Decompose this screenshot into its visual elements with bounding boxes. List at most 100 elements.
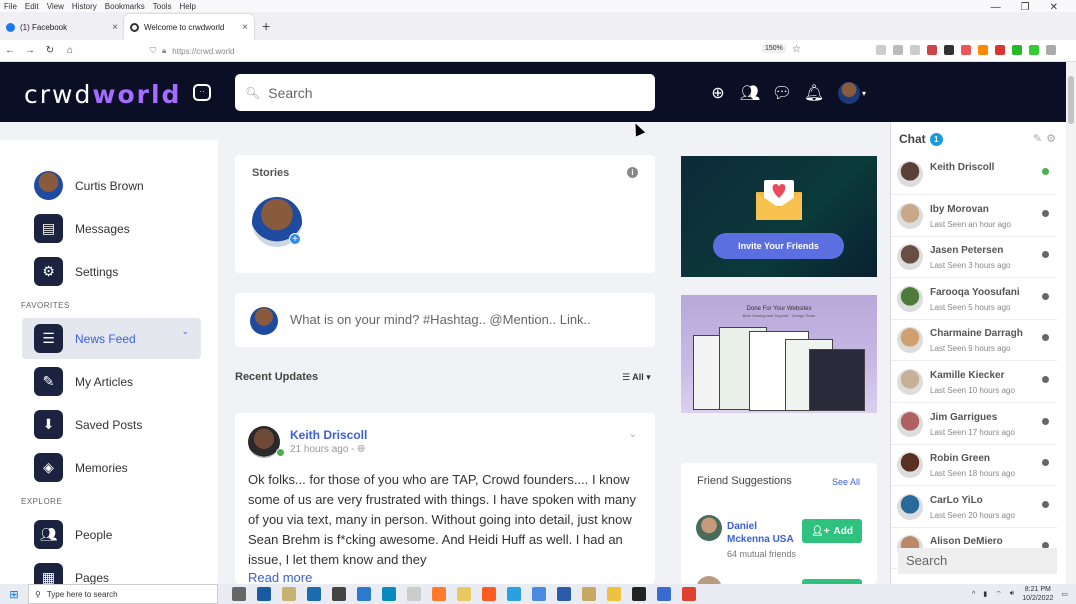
extension-icon[interactable] — [1029, 45, 1039, 55]
post-composer[interactable]: What is on your mind? #Hashtag.. @Mentio… — [235, 293, 655, 347]
sidebar-item-people[interactable]: 👥︎ People — [34, 520, 112, 549]
library-icon[interactable] — [893, 45, 903, 55]
sidebar-item-memories[interactable]: ◈ Memories — [34, 453, 128, 482]
app-icon[interactable] — [282, 587, 296, 601]
app-icon[interactable] — [357, 587, 371, 601]
reload-icon[interactable]: ↻ — [40, 45, 60, 56]
sidebar-item-my-articles[interactable]: ✎ My Articles — [34, 367, 133, 396]
windows-start-icon[interactable]: ⊞ — [0, 588, 28, 601]
zoom-level[interactable]: 150% — [762, 44, 786, 53]
add-story-icon[interactable]: + — [289, 233, 301, 245]
add-circle-icon[interactable]: ⊕ — [708, 83, 728, 103]
file-explorer-icon[interactable] — [607, 587, 621, 601]
sidebar-item-settings[interactable]: ⚙ Settings — [34, 257, 118, 286]
messages-icon[interactable]: 💬︎ — [772, 83, 792, 103]
compose-icon[interactable]: ✎ — [1033, 132, 1042, 145]
menu-edit[interactable]: Edit — [25, 2, 39, 11]
pocket-icon[interactable] — [876, 45, 886, 55]
page-scrollbar[interactable] — [1066, 62, 1076, 584]
site-logo[interactable]: crwdworld — [24, 80, 181, 109]
user-avatar[interactable] — [838, 82, 860, 104]
sidebar-item-saved-posts[interactable]: ⬇ Saved Posts — [34, 410, 142, 439]
mail-icon[interactable] — [307, 587, 321, 601]
chat-user-item[interactable]: Jim Garrigues Last Seen 17 hours ago — [891, 404, 1057, 445]
new-tab-button[interactable]: + — [254, 18, 278, 40]
tab-facebook[interactable]: (1) Facebook × — [0, 14, 124, 40]
extension-icon[interactable] — [944, 45, 954, 55]
app-icon[interactable] — [582, 587, 596, 601]
chrome-icon[interactable] — [682, 587, 696, 601]
task-view-icon[interactable] — [232, 587, 246, 601]
battery-icon[interactable]: ▮ — [983, 590, 987, 598]
add-friend-button[interactable]: 👤︎+ Add — [802, 519, 862, 543]
scrollbar-thumb[interactable] — [1068, 76, 1074, 124]
menu-view[interactable]: View — [47, 2, 64, 11]
chat-user-item[interactable]: CarLo YiLo Last Seen 20 hours ago — [891, 487, 1057, 528]
extension-icon[interactable] — [961, 45, 971, 55]
sidebar-item-profile[interactable]: Curtis Brown — [34, 171, 144, 200]
extension-icon[interactable] — [927, 45, 937, 55]
app-icon[interactable] — [657, 587, 671, 601]
chat-search-input[interactable]: Search — [898, 548, 1057, 574]
sidebar-icon[interactable] — [910, 45, 920, 55]
telegram-icon[interactable] — [507, 587, 521, 601]
menu-help[interactable]: Help — [179, 2, 195, 11]
notifications-bell-icon[interactable]: 🔔︎ — [804, 83, 824, 103]
menu-tools[interactable]: Tools — [153, 2, 172, 11]
app-icon[interactable] — [532, 587, 546, 601]
post-options-chevron-icon[interactable]: ⌄ — [629, 429, 637, 440]
app-icon[interactable] — [632, 587, 646, 601]
post-author[interactable]: Keith Driscoll — [290, 428, 367, 442]
feed-filter-dropdown[interactable]: ☰ All ▾ — [622, 372, 651, 383]
firefox-icon[interactable] — [432, 587, 446, 601]
back-icon[interactable]: ← — [0, 45, 20, 56]
app-icon[interactable] — [482, 587, 496, 601]
close-icon[interactable]: × — [242, 22, 248, 33]
taskbar-search-input[interactable]: ⚲ Type here to search — [28, 584, 218, 604]
promo-banner[interactable]: Done For Your Websites Best Hosting and … — [681, 295, 877, 413]
chat-user-item[interactable]: Jasen Petersen Last Seen 3 hours ago — [891, 237, 1057, 279]
chat-user-item[interactable]: Farooqa Yoosufani Last Seen 5 hours ago — [891, 279, 1057, 320]
bookmark-star-icon[interactable]: ☆ — [792, 44, 801, 55]
chevron-down-icon[interactable]: ⌄ — [181, 326, 189, 337]
invite-friends-button[interactable]: Invite Your Friends — [713, 233, 844, 259]
sidebar-item-news-feed[interactable]: ☰ News Feed ⌄ — [22, 318, 201, 359]
clock[interactable]: 8:21 PM 10/2/2022 — [1022, 585, 1053, 603]
chat-user-item[interactable]: Charmaine Darragh Last Seen 9 hours ago — [891, 320, 1057, 362]
app-icon[interactable] — [332, 587, 346, 601]
chat-user-item[interactable]: Robin Green Last Seen 18 hours ago — [891, 445, 1057, 487]
chat-user-item[interactable]: Keith Driscoll — [891, 154, 1057, 195]
edge-icon[interactable] — [382, 587, 396, 601]
chat-user-item[interactable]: Kamille Kiecker Last Seen 10 hours ago — [891, 362, 1057, 403]
forward-icon[interactable]: → — [20, 45, 40, 56]
word-icon[interactable] — [557, 587, 571, 601]
friends-icon[interactable]: 👥︎ — [740, 83, 760, 103]
extension-icon[interactable] — [1012, 45, 1022, 55]
avatar[interactable] — [696, 515, 722, 541]
notifications-icon[interactable]: ▭ — [1061, 590, 1068, 598]
chevron-down-icon[interactable]: ▾ — [862, 89, 866, 98]
extension-icon[interactable] — [995, 45, 1005, 55]
read-more-link[interactable]: Read more — [248, 570, 312, 584]
info-icon[interactable]: i — [627, 167, 638, 178]
gear-icon[interactable]: ⚙ — [1046, 132, 1056, 145]
menu-file[interactable]: File — [4, 2, 17, 11]
search-input[interactable]: 🔍︎ Search — [235, 74, 655, 111]
menu-history[interactable]: History — [72, 2, 97, 11]
app-icon[interactable] — [457, 587, 471, 601]
url-bar[interactable]: ⛉ 🔒︎ https://crwd.world — [150, 43, 810, 59]
network-icon[interactable]: ⌔ — [995, 590, 1002, 599]
home-icon[interactable]: ⌂ — [60, 45, 80, 56]
chevron-up-icon[interactable]: ^ — [972, 591, 975, 598]
close-icon[interactable]: × — [112, 22, 118, 33]
app-icon[interactable] — [407, 587, 421, 601]
chat-user-item[interactable]: Iby Morovan Last Seen an hour ago — [891, 196, 1057, 237]
tab-crwdworld[interactable]: Welcome to crwdworld × — [124, 14, 254, 40]
volume-icon[interactable]: 🔊︎ — [1010, 590, 1014, 598]
suggestion-name[interactable]: Daniel Mckenna USA — [727, 520, 802, 546]
menu-bookmarks[interactable]: Bookmarks — [105, 2, 145, 11]
sidebar-item-messages[interactable]: ▤ Messages — [34, 214, 130, 243]
app-icon[interactable] — [257, 587, 271, 601]
menu-icon[interactable] — [1046, 45, 1056, 55]
see-all-link[interactable]: See All — [832, 477, 860, 487]
